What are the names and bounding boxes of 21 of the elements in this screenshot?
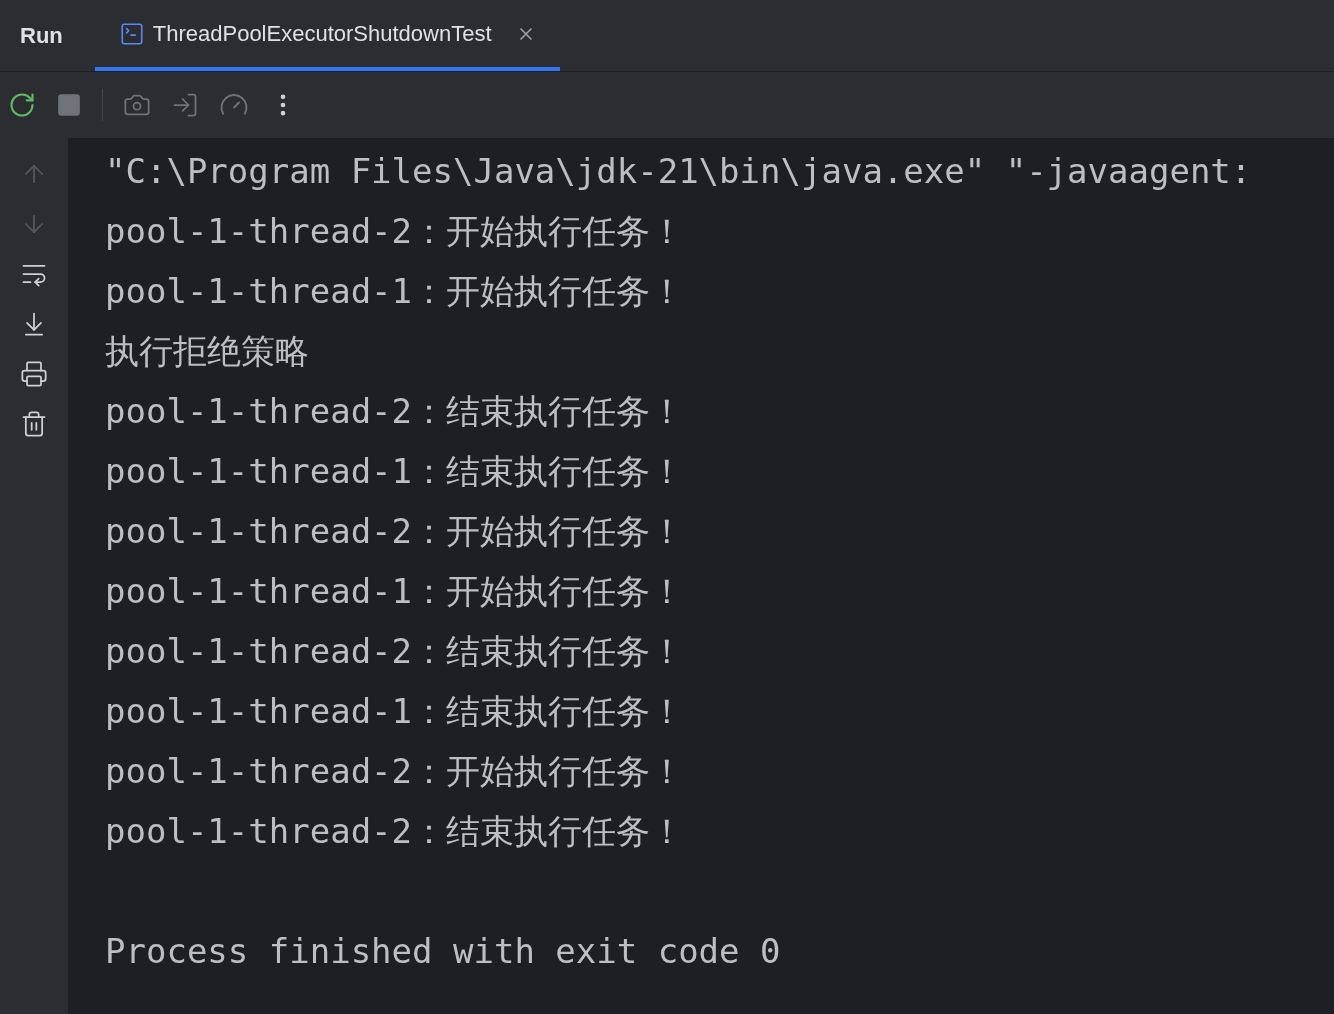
console-line: pool-1-thread-2：开始执行任务！ bbox=[105, 510, 685, 553]
console-line: pool-1-thread-2：结束执行任务！ bbox=[105, 630, 685, 673]
console-line: pool-1-thread-2：开始执行任务！ bbox=[105, 750, 685, 793]
console-line: pool-1-thread-1：结束执行任务！ bbox=[105, 690, 685, 733]
stop-icon[interactable] bbox=[56, 92, 82, 118]
print-icon[interactable] bbox=[20, 360, 48, 388]
console-icon bbox=[118, 20, 145, 47]
console-line: pool-1-thread-2：开始执行任务！ bbox=[105, 210, 685, 253]
console-line: "C:\Program Files\Java\jdk-21\bin\java.exe" "-javaagent: bbox=[105, 150, 1252, 193]
tab-label: ThreadPoolExecutorShutdownTest bbox=[152, 20, 492, 48]
console-line: pool-1-thread-1：开始执行任务！ bbox=[105, 570, 685, 613]
login-icon[interactable] bbox=[171, 91, 199, 119]
console-line: pool-1-thread-1：结束执行任务！ bbox=[105, 450, 685, 493]
console-line: 执行拒绝策略 bbox=[105, 330, 309, 373]
console-line: pool-1-thread-1：开始执行任务！ bbox=[105, 270, 685, 313]
rerun-icon[interactable] bbox=[8, 91, 36, 119]
console-line: pool-1-thread-2：结束执行任务！ bbox=[105, 810, 685, 853]
trash-icon[interactable] bbox=[20, 410, 48, 438]
tool-window-title: Run bbox=[20, 22, 63, 50]
exit-message: Process finished with exit code 0 bbox=[105, 930, 781, 973]
console-line: pool-1-thread-2：结束执行任务！ bbox=[105, 390, 685, 433]
